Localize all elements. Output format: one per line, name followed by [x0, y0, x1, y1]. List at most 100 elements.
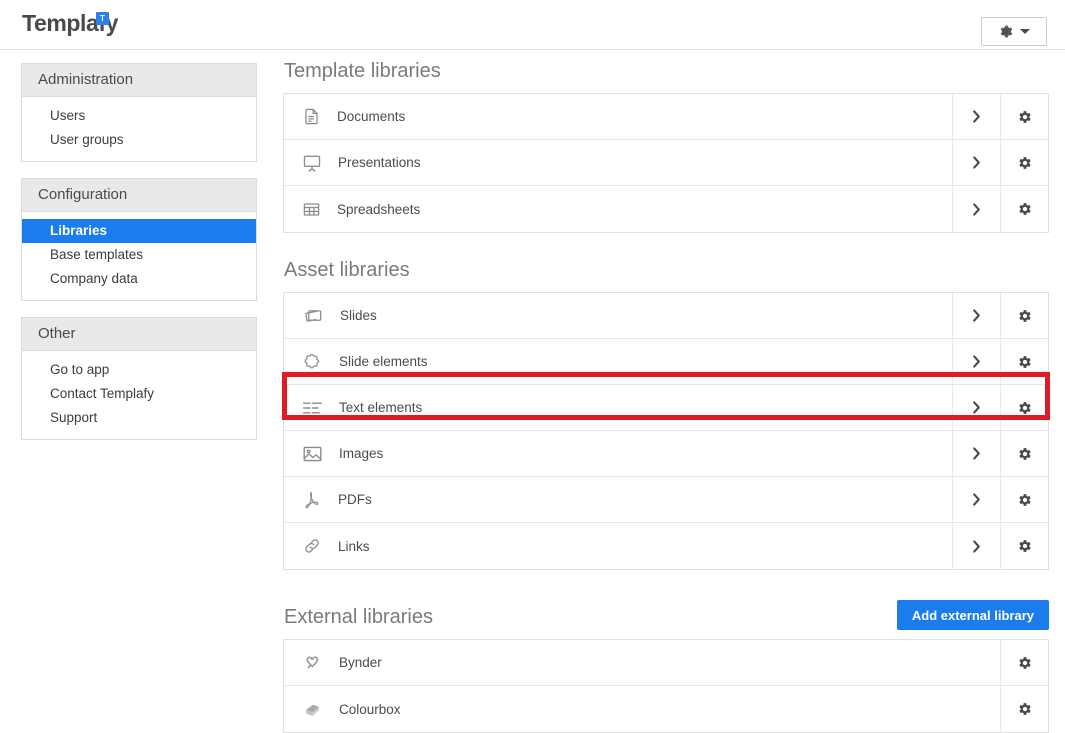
library-row: Links [284, 523, 1048, 569]
library-row: Images [284, 431, 1048, 477]
chevron-right-icon [971, 539, 982, 554]
sidebar-group-configuration: ConfigurationLibrariesBase templatesComp… [21, 178, 257, 301]
sidebar-item-user-groups[interactable]: User groups [22, 128, 256, 152]
library-row-open-button[interactable] [952, 186, 1000, 232]
library-row-text-elements[interactable]: Text elements [284, 385, 952, 430]
chevron-right-icon [971, 308, 982, 323]
library-row-settings-button[interactable] [1000, 140, 1048, 185]
image-icon [302, 445, 323, 463]
section-title: External libraries [284, 604, 433, 630]
gear-icon [1017, 354, 1033, 370]
section-header-external_libraries: External libraries Add external library [283, 600, 1049, 630]
chevron-right-icon [971, 202, 982, 217]
library-row-open-button[interactable] [952, 523, 1000, 569]
sidebar-item-contact-templafy[interactable]: Contact Templafy [22, 382, 256, 406]
slides-icon [302, 306, 324, 326]
section-title: Asset libraries [284, 257, 1049, 283]
library-row-open-button[interactable] [952, 339, 1000, 384]
gear-icon [1017, 109, 1033, 125]
library-row: Presentations [284, 140, 1048, 186]
pdf-icon [302, 490, 322, 510]
text-lines-icon [302, 400, 323, 416]
document-icon [302, 107, 321, 126]
library-row-open-button[interactable] [952, 477, 1000, 522]
library-row-open-button[interactable] [952, 94, 1000, 139]
main-content: Template libraries Documents Presentations… [283, 58, 1049, 733]
library-row-open-button[interactable] [952, 431, 1000, 476]
presentation-icon [302, 153, 322, 173]
chevron-right-icon [971, 446, 982, 461]
add-external-library-button[interactable]: Add external library [897, 600, 1049, 630]
library-row-colourbox[interactable]: Colourbox [284, 686, 1000, 732]
library-row-settings-button[interactable] [1000, 94, 1048, 139]
library-list-asset_libraries: Slides Slide elements Text elements Images P… [283, 292, 1049, 570]
library-row-settings-button[interactable] [1000, 686, 1048, 732]
library-row-settings-button[interactable] [1000, 385, 1048, 430]
library-row: Text elements [284, 385, 1048, 431]
gear-icon [1017, 308, 1033, 324]
library-row-settings-button[interactable] [1000, 477, 1048, 522]
spreadsheet-icon [302, 200, 321, 219]
sidebar-item-users[interactable]: Users [22, 104, 256, 128]
library-row-open-button[interactable] [952, 385, 1000, 430]
section-title: Template libraries [284, 58, 1049, 84]
library-row-images[interactable]: Images [284, 431, 952, 476]
section-spacer [283, 233, 1049, 257]
library-row-open-button[interactable] [952, 140, 1000, 185]
sidebar-item-libraries[interactable]: Libraries [22, 219, 256, 243]
gear-icon [1017, 201, 1033, 217]
chevron-right-icon [971, 400, 982, 415]
library-row-settings-button[interactable] [1000, 640, 1048, 685]
library-row-slides[interactable]: Slides [284, 293, 952, 338]
section-spacer [283, 570, 1049, 600]
sidebar-item-go-to-app[interactable]: Go to app [22, 358, 256, 382]
chevron-right-icon [971, 354, 982, 369]
library-row-settings-button[interactable] [1000, 186, 1048, 232]
library-row-spreadsheets[interactable]: Spreadsheets [284, 186, 952, 232]
library-row: Bynder [284, 640, 1048, 686]
library-row-label: Colourbox [339, 702, 401, 717]
gear-icon [998, 24, 1013, 39]
library-row-presentations[interactable]: Presentations [284, 140, 952, 185]
library-row-settings-button[interactable] [1000, 431, 1048, 476]
library-list-external_libraries: Bynder Colourbox [283, 639, 1049, 733]
gear-icon [1017, 701, 1033, 717]
sidebar-group-items: Go to appContact TemplafySupport [22, 351, 256, 439]
library-row-documents[interactable]: Documents [284, 94, 952, 139]
sidebar-group-items: UsersUser groups [22, 97, 256, 161]
library-row-pdfs[interactable]: PDFs [284, 477, 952, 522]
library-row: PDFs [284, 477, 1048, 523]
sidebar-group-administration: AdministrationUsersUser groups [21, 63, 257, 162]
library-row-settings-button[interactable] [1000, 339, 1048, 384]
sidebar-item-base-templates[interactable]: Base templates [22, 243, 256, 267]
library-row-slide-elements[interactable]: Slide elements [284, 339, 952, 384]
sidebar-item-company-data[interactable]: Company data [22, 267, 256, 291]
gear-icon [1017, 492, 1033, 508]
library-row: Slides [284, 293, 1048, 339]
chevron-right-icon [971, 492, 982, 507]
sidebar-group-items: LibrariesBase templatesCompany data [22, 212, 256, 300]
library-row-label: PDFs [338, 492, 372, 507]
logo-badge-icon: T [96, 12, 109, 25]
library-row: Spreadsheets [284, 186, 1048, 232]
gear-icon [1017, 538, 1033, 554]
sidebar: AdministrationUsersUser groups Configurat… [21, 63, 257, 456]
library-row-bynder[interactable]: Bynder [284, 640, 1000, 685]
library-row-label: Text elements [339, 400, 422, 415]
colourbox-icon [302, 700, 323, 719]
library-row-label: Bynder [339, 655, 382, 670]
library-row-settings-button[interactable] [1000, 523, 1048, 569]
top-bar: Templafy T [0, 0, 1065, 50]
gear-icon [1017, 155, 1033, 171]
library-row-label: Spreadsheets [337, 202, 420, 217]
gear-icon [1017, 655, 1033, 671]
library-row-settings-button[interactable] [1000, 293, 1048, 338]
chevron-right-icon [971, 109, 982, 124]
sidebar-item-support[interactable]: Support [22, 406, 256, 430]
library-row-links[interactable]: Links [284, 523, 952, 569]
library-row-label: Documents [337, 109, 405, 124]
global-settings-button[interactable] [981, 17, 1047, 46]
library-row-label: Slide elements [339, 354, 428, 369]
library-row-open-button[interactable] [952, 293, 1000, 338]
gear-icon [1017, 400, 1033, 416]
